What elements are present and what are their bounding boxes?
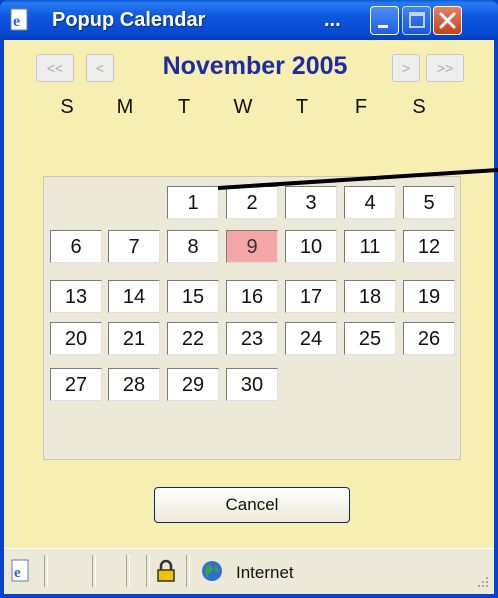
day-cell[interactable]: 6 xyxy=(50,230,102,263)
day-cell[interactable]: 28 xyxy=(108,368,160,401)
weekday-label: S xyxy=(60,96,74,118)
weekday-label: T xyxy=(177,96,191,118)
maximize-button[interactable] xyxy=(402,6,431,35)
globe-icon xyxy=(200,559,224,588)
next-month-button[interactable]: > xyxy=(392,54,420,82)
svg-text:e: e xyxy=(13,13,20,30)
day-cell[interactable]: 25 xyxy=(344,322,396,355)
ie-status-icon: e xyxy=(10,559,32,588)
day-cell[interactable]: 8 xyxy=(167,230,219,263)
day-cell[interactable]: 22 xyxy=(167,322,219,355)
day-cell-today[interactable]: 9 xyxy=(226,230,278,263)
day-cell[interactable]: 16 xyxy=(226,280,278,313)
day-cell[interactable]: 1 xyxy=(167,186,219,219)
popup-calendar-window: e Popup Calendar ... << < November 2005 … xyxy=(0,0,498,598)
window-title: Popup Calendar xyxy=(52,9,206,31)
day-cell[interactable]: 29 xyxy=(167,368,219,401)
resize-grip[interactable] xyxy=(474,575,490,596)
title-bar[interactable]: e Popup Calendar ... xyxy=(0,0,498,40)
window-title-ellipsis: ... xyxy=(324,9,341,31)
day-cell[interactable]: 13 xyxy=(50,280,102,313)
day-cell[interactable]: 21 xyxy=(108,322,160,355)
day-cell[interactable]: 30 xyxy=(226,368,278,401)
day-cell[interactable]: 5 xyxy=(403,186,455,219)
status-separator xyxy=(44,555,48,587)
status-separator xyxy=(146,555,150,587)
day-cell[interactable]: 10 xyxy=(285,230,337,263)
status-separator xyxy=(186,555,190,587)
prev-month-button[interactable]: < xyxy=(86,54,114,82)
day-cell[interactable]: 23 xyxy=(226,322,278,355)
day-cell[interactable]: 15 xyxy=(167,280,219,313)
day-cell[interactable]: 4 xyxy=(344,186,396,219)
svg-text:e: e xyxy=(14,565,21,581)
day-cell[interactable]: 27 xyxy=(50,368,102,401)
minimize-button[interactable] xyxy=(370,6,399,35)
day-cell[interactable]: 26 xyxy=(403,322,455,355)
weekday-label: T xyxy=(295,96,309,118)
weekday-label: F xyxy=(354,96,368,118)
status-bar: e Internet xyxy=(4,548,494,594)
next-year-button[interactable]: >> xyxy=(426,54,464,82)
day-cell[interactable]: 14 xyxy=(108,280,160,313)
status-separator xyxy=(92,555,96,587)
weekday-label: M xyxy=(116,96,134,118)
day-cell[interactable]: 2 xyxy=(226,186,278,219)
day-cell[interactable]: 17 xyxy=(285,280,337,313)
weekday-label: S xyxy=(412,96,426,118)
ie-page-icon: e xyxy=(8,8,32,32)
day-cell[interactable]: 18 xyxy=(344,280,396,313)
weekday-label: W xyxy=(233,96,253,118)
day-cell[interactable]: 11 xyxy=(344,230,396,263)
prev-year-button[interactable]: << xyxy=(36,54,74,82)
month-year-title: November 2005 xyxy=(162,52,348,80)
status-separator xyxy=(126,555,130,587)
security-zone-label: Internet xyxy=(236,563,294,582)
day-cell[interactable]: 24 xyxy=(285,322,337,355)
day-cell[interactable]: 12 xyxy=(403,230,455,263)
cancel-button[interactable]: Cancel xyxy=(154,487,350,523)
day-cell[interactable]: 19 xyxy=(403,280,455,313)
day-cell[interactable]: 7 xyxy=(108,230,160,263)
lock-icon xyxy=(156,559,176,588)
close-button[interactable] xyxy=(433,6,462,35)
day-cell[interactable]: 3 xyxy=(285,186,337,219)
day-cell[interactable]: 20 xyxy=(50,322,102,355)
